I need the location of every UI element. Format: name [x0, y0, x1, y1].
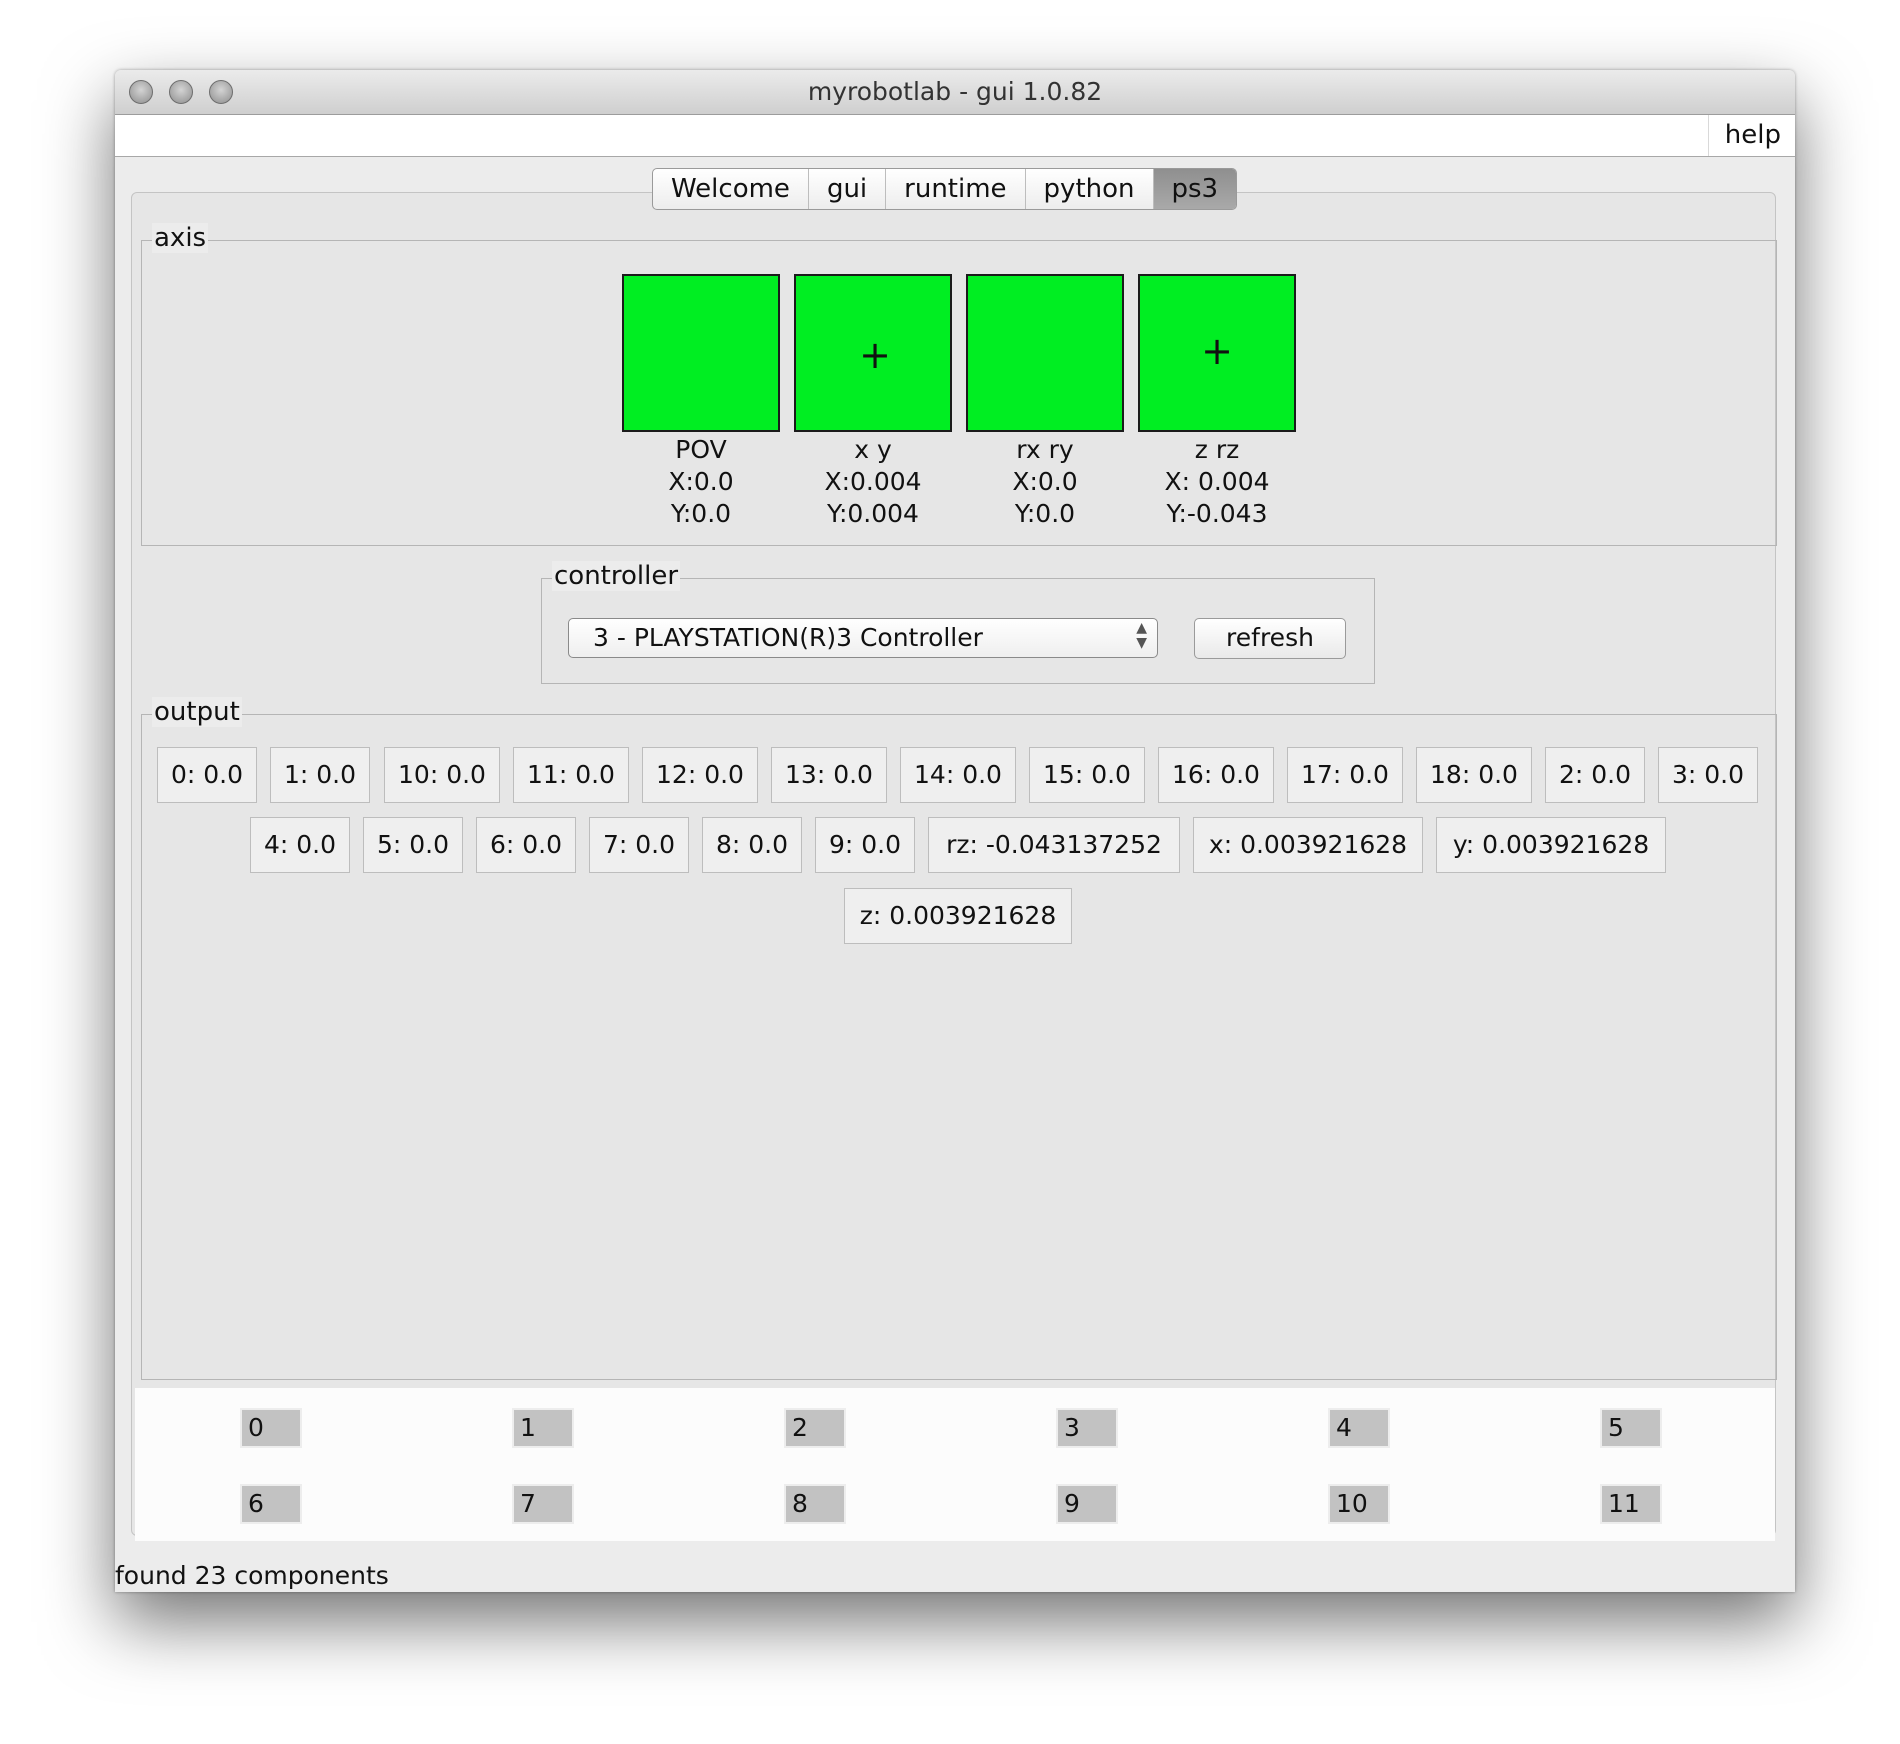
button-indicator-0: 0 — [240, 1408, 302, 1448]
output-button-9[interactable]: 9: 0.0 — [815, 817, 915, 873]
output-button-2[interactable]: 2: 0.0 — [1545, 747, 1645, 803]
controller-select[interactable]: 3 - PLAYSTATION(R)3 Controller ▲ ▼ — [568, 618, 1158, 658]
output-button-13[interactable]: 13: 0.0 — [771, 747, 887, 803]
tab-welcome[interactable]: Welcome — [653, 169, 809, 209]
rxry-label: rx ry — [1016, 435, 1074, 464]
axis-group: axis + + POV X:0.0 Y:0.0 x y X:0.004 Y:0… — [141, 223, 1777, 546]
output-button-11[interactable]: 11: 0.0 — [513, 747, 629, 803]
output-button-z[interactable]: z: 0.003921628 — [844, 888, 1072, 944]
output-button-3[interactable]: 3: 0.0 — [1658, 747, 1758, 803]
button-indicator-7: 7 — [512, 1484, 574, 1524]
xy-y-value: Y:0.004 — [827, 499, 919, 528]
button-indicator-3: 3 — [1056, 1408, 1118, 1448]
output-button-10[interactable]: 10: 0.0 — [384, 747, 500, 803]
controller-group: controller 3 - PLAYSTATION(R)3 Controlle… — [541, 561, 1375, 684]
output-button-18[interactable]: 18: 0.0 — [1416, 747, 1532, 803]
button-indicator-2: 2 — [784, 1408, 846, 1448]
output-button-6[interactable]: 6: 0.0 — [476, 817, 576, 873]
pov-axis-display — [622, 274, 780, 432]
output-legend: output — [152, 697, 242, 727]
button-indicator-1: 1 — [512, 1408, 574, 1448]
xy-label: x y — [854, 435, 892, 464]
xy-crosshair-icon: + — [859, 333, 891, 377]
tab-gui[interactable]: gui — [809, 169, 887, 209]
xy-axis-display: + — [794, 274, 952, 432]
output-button-y[interactable]: y: 0.003921628 — [1436, 817, 1666, 873]
axis-legend: axis — [152, 223, 209, 253]
status-bar: found 23 components — [115, 1561, 389, 1590]
pov-x-value: X:0.0 — [668, 467, 734, 496]
zrz-y-value: Y:-0.043 — [1166, 499, 1268, 528]
output-group: output 0: 0.0 1: 0.0 10: 0.0 11: 0.0 12:… — [141, 697, 1777, 1380]
pov-label: POV — [675, 435, 727, 464]
button-indicator-9: 9 — [1056, 1484, 1118, 1524]
xy-x-value: X:0.004 — [824, 467, 922, 496]
window-title: myrobotlab - gui 1.0.82 — [807, 77, 1103, 106]
button-indicator-11: 11 — [1600, 1484, 1662, 1524]
zrz-axis-display: + — [1138, 274, 1296, 432]
output-button-4[interactable]: 4: 0.0 — [250, 817, 350, 873]
menu-bar: help — [115, 115, 1795, 157]
zrz-crosshair-icon: + — [1201, 329, 1233, 373]
button-indicator-6: 6 — [240, 1484, 302, 1524]
controller-select-value: 3 - PLAYSTATION(R)3 Controller — [593, 623, 983, 652]
button-indicator-4: 4 — [1328, 1408, 1390, 1448]
tab-ps3[interactable]: ps3 — [1153, 169, 1237, 209]
output-button-14[interactable]: 14: 0.0 — [900, 747, 1016, 803]
output-button-x[interactable]: x: 0.003921628 — [1193, 817, 1423, 873]
output-button-0[interactable]: 0: 0.0 — [157, 747, 257, 803]
tab-python[interactable]: python — [1026, 169, 1154, 209]
title-bar[interactable]: myrobotlab - gui 1.0.82 — [115, 70, 1795, 115]
button-indicator-10: 10 — [1328, 1484, 1390, 1524]
output-button-15[interactable]: 15: 0.0 — [1029, 747, 1145, 803]
rxry-x-value: X:0.0 — [1012, 467, 1078, 496]
output-button-rz[interactable]: rz: -0.043137252 — [928, 817, 1180, 873]
output-button-8[interactable]: 8: 0.0 — [702, 817, 802, 873]
rxry-y-value: Y:0.0 — [1014, 499, 1076, 528]
output-button-12[interactable]: 12: 0.0 — [642, 747, 758, 803]
zrz-label: z rz — [1194, 435, 1240, 464]
zrz-x-value: X: 0.004 — [1164, 467, 1270, 496]
tab-runtime[interactable]: runtime — [886, 169, 1026, 209]
menu-help[interactable]: help — [1707, 115, 1781, 156]
button-panel: 0 1 2 3 4 5 6 7 8 9 10 11 — [135, 1388, 1775, 1541]
output-button-5[interactable]: 5: 0.0 — [363, 817, 463, 873]
output-button-1[interactable]: 1: 0.0 — [270, 747, 370, 803]
output-button-7[interactable]: 7: 0.0 — [589, 817, 689, 873]
app-window: myrobotlab - gui 1.0.82 help Welcome gui… — [115, 70, 1795, 1592]
pov-y-value: Y:0.0 — [670, 499, 732, 528]
button-indicator-8: 8 — [784, 1484, 846, 1524]
button-indicator-5: 5 — [1600, 1408, 1662, 1448]
output-button-16[interactable]: 16: 0.0 — [1158, 747, 1274, 803]
controller-legend: controller — [552, 561, 681, 591]
rxry-axis-display — [966, 274, 1124, 432]
refresh-button[interactable]: refresh — [1194, 618, 1346, 659]
tab-bar: Welcome gui runtime python ps3 — [652, 168, 1238, 210]
output-button-17[interactable]: 17: 0.0 — [1287, 747, 1403, 803]
select-arrows-icon: ▲ ▼ — [1136, 620, 1147, 651]
